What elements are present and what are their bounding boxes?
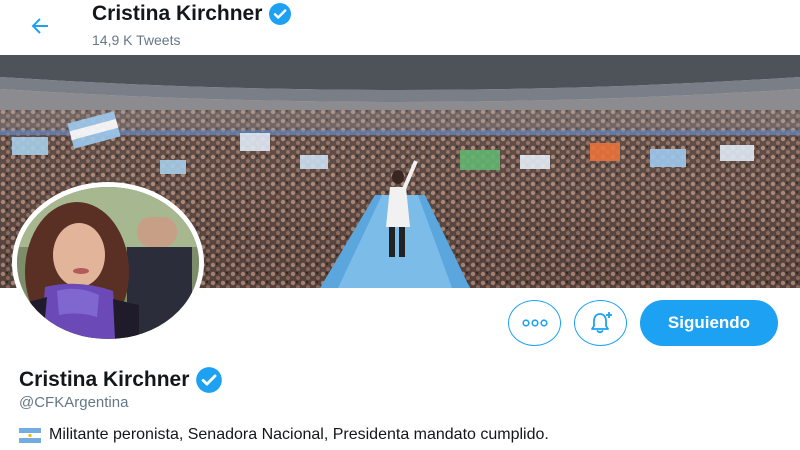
profile-avatar[interactable] bbox=[12, 182, 204, 344]
argentina-flag-icon bbox=[19, 427, 41, 443]
arrow-left-icon bbox=[31, 18, 48, 34]
more-options-button[interactable] bbox=[508, 300, 561, 346]
header-name-text: Cristina Kirchner bbox=[92, 2, 263, 25]
profile-bio-text: Militante peronista, Senadora Nacional, … bbox=[49, 426, 549, 443]
avatar-image bbox=[17, 187, 199, 339]
verified-badge-icon bbox=[269, 3, 292, 25]
back-button[interactable] bbox=[22, 8, 58, 44]
notifications-button[interactable] bbox=[574, 300, 627, 346]
profile-name-text: Cristina Kirchner bbox=[19, 368, 190, 391]
profile-header-bar: Cristina Kirchner 14,9 K Tweets bbox=[0, 0, 800, 55]
tweet-count: 14,9 K Tweets bbox=[92, 32, 181, 48]
profile-name: Cristina Kirchner bbox=[19, 366, 223, 394]
more-dots-icon bbox=[521, 319, 548, 327]
header-title: Cristina Kirchner bbox=[92, 2, 292, 26]
profile-handle: @CFKArgentina bbox=[19, 394, 129, 411]
bell-plus-icon bbox=[590, 312, 612, 334]
profile-bio: Militante peronista, Senadora Nacional, … bbox=[19, 426, 549, 444]
verified-badge-icon bbox=[196, 367, 223, 393]
following-button[interactable]: Siguiendo bbox=[640, 300, 778, 346]
